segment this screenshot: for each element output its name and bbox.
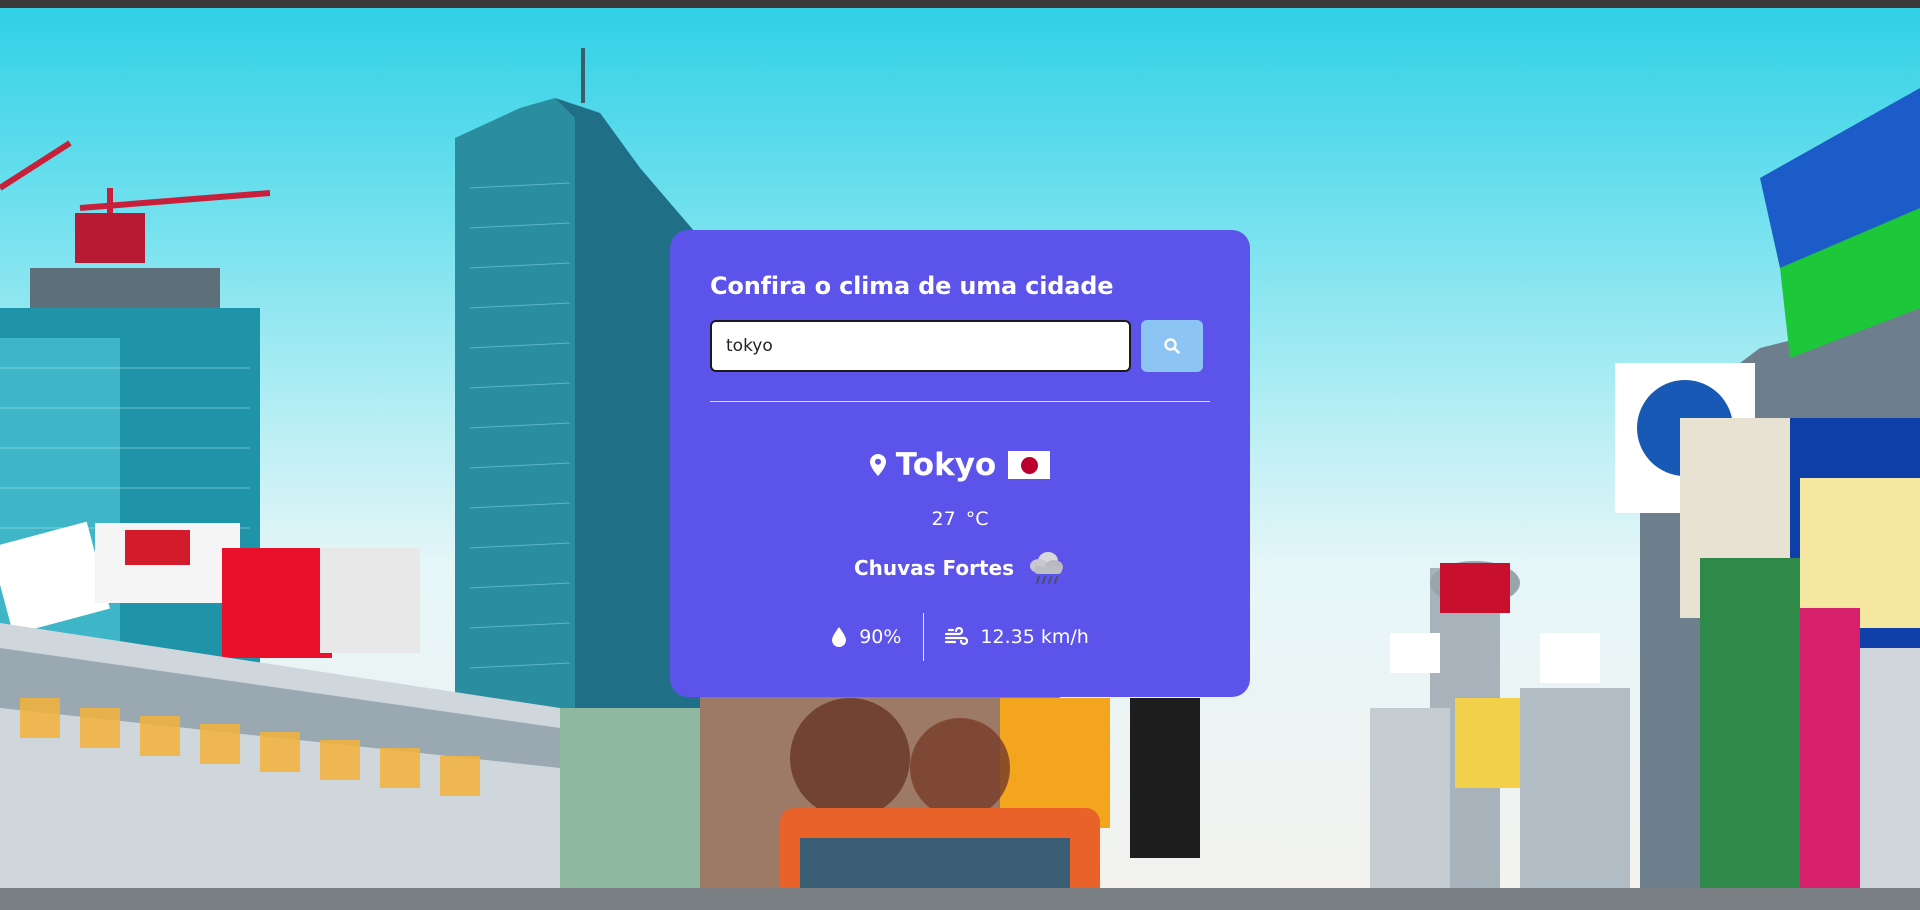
browser-top-bar (0, 0, 1920, 8)
rain-cloud-icon (1030, 552, 1064, 584)
temperature-unit: °C (965, 508, 989, 530)
droplet-icon (832, 627, 847, 647)
divider (710, 401, 1210, 402)
city-search-input[interactable] (710, 320, 1131, 372)
condition-row: Chuvas Fortes (710, 548, 1210, 588)
temperature-value: 27 (931, 508, 956, 530)
details-row: 90% 12.35 km/h (710, 612, 1210, 662)
weather-card: Confira o clima de uma cidade Tokyo 27 °C… (670, 230, 1250, 697)
search-row (710, 320, 1210, 372)
humidity-value: 90% (859, 626, 902, 648)
condition-text: Chuvas Fortes (853, 556, 1015, 580)
city-row: Tokyo (710, 442, 1210, 488)
wind: 12.35 km/h (923, 613, 1089, 661)
humidity: 90% (831, 626, 923, 648)
wind-icon (945, 627, 969, 646)
card-title: Confira o clima de uma cidade (710, 272, 1114, 300)
city-name: Tokyo (895, 447, 997, 483)
wind-value: 12.35 km/h (980, 626, 1089, 648)
japan-flag-icon (1008, 451, 1051, 479)
search-icon (1164, 338, 1180, 354)
location-pin-icon (869, 454, 886, 476)
search-button[interactable] (1141, 320, 1203, 372)
temperature: 27 °C (710, 506, 1210, 532)
